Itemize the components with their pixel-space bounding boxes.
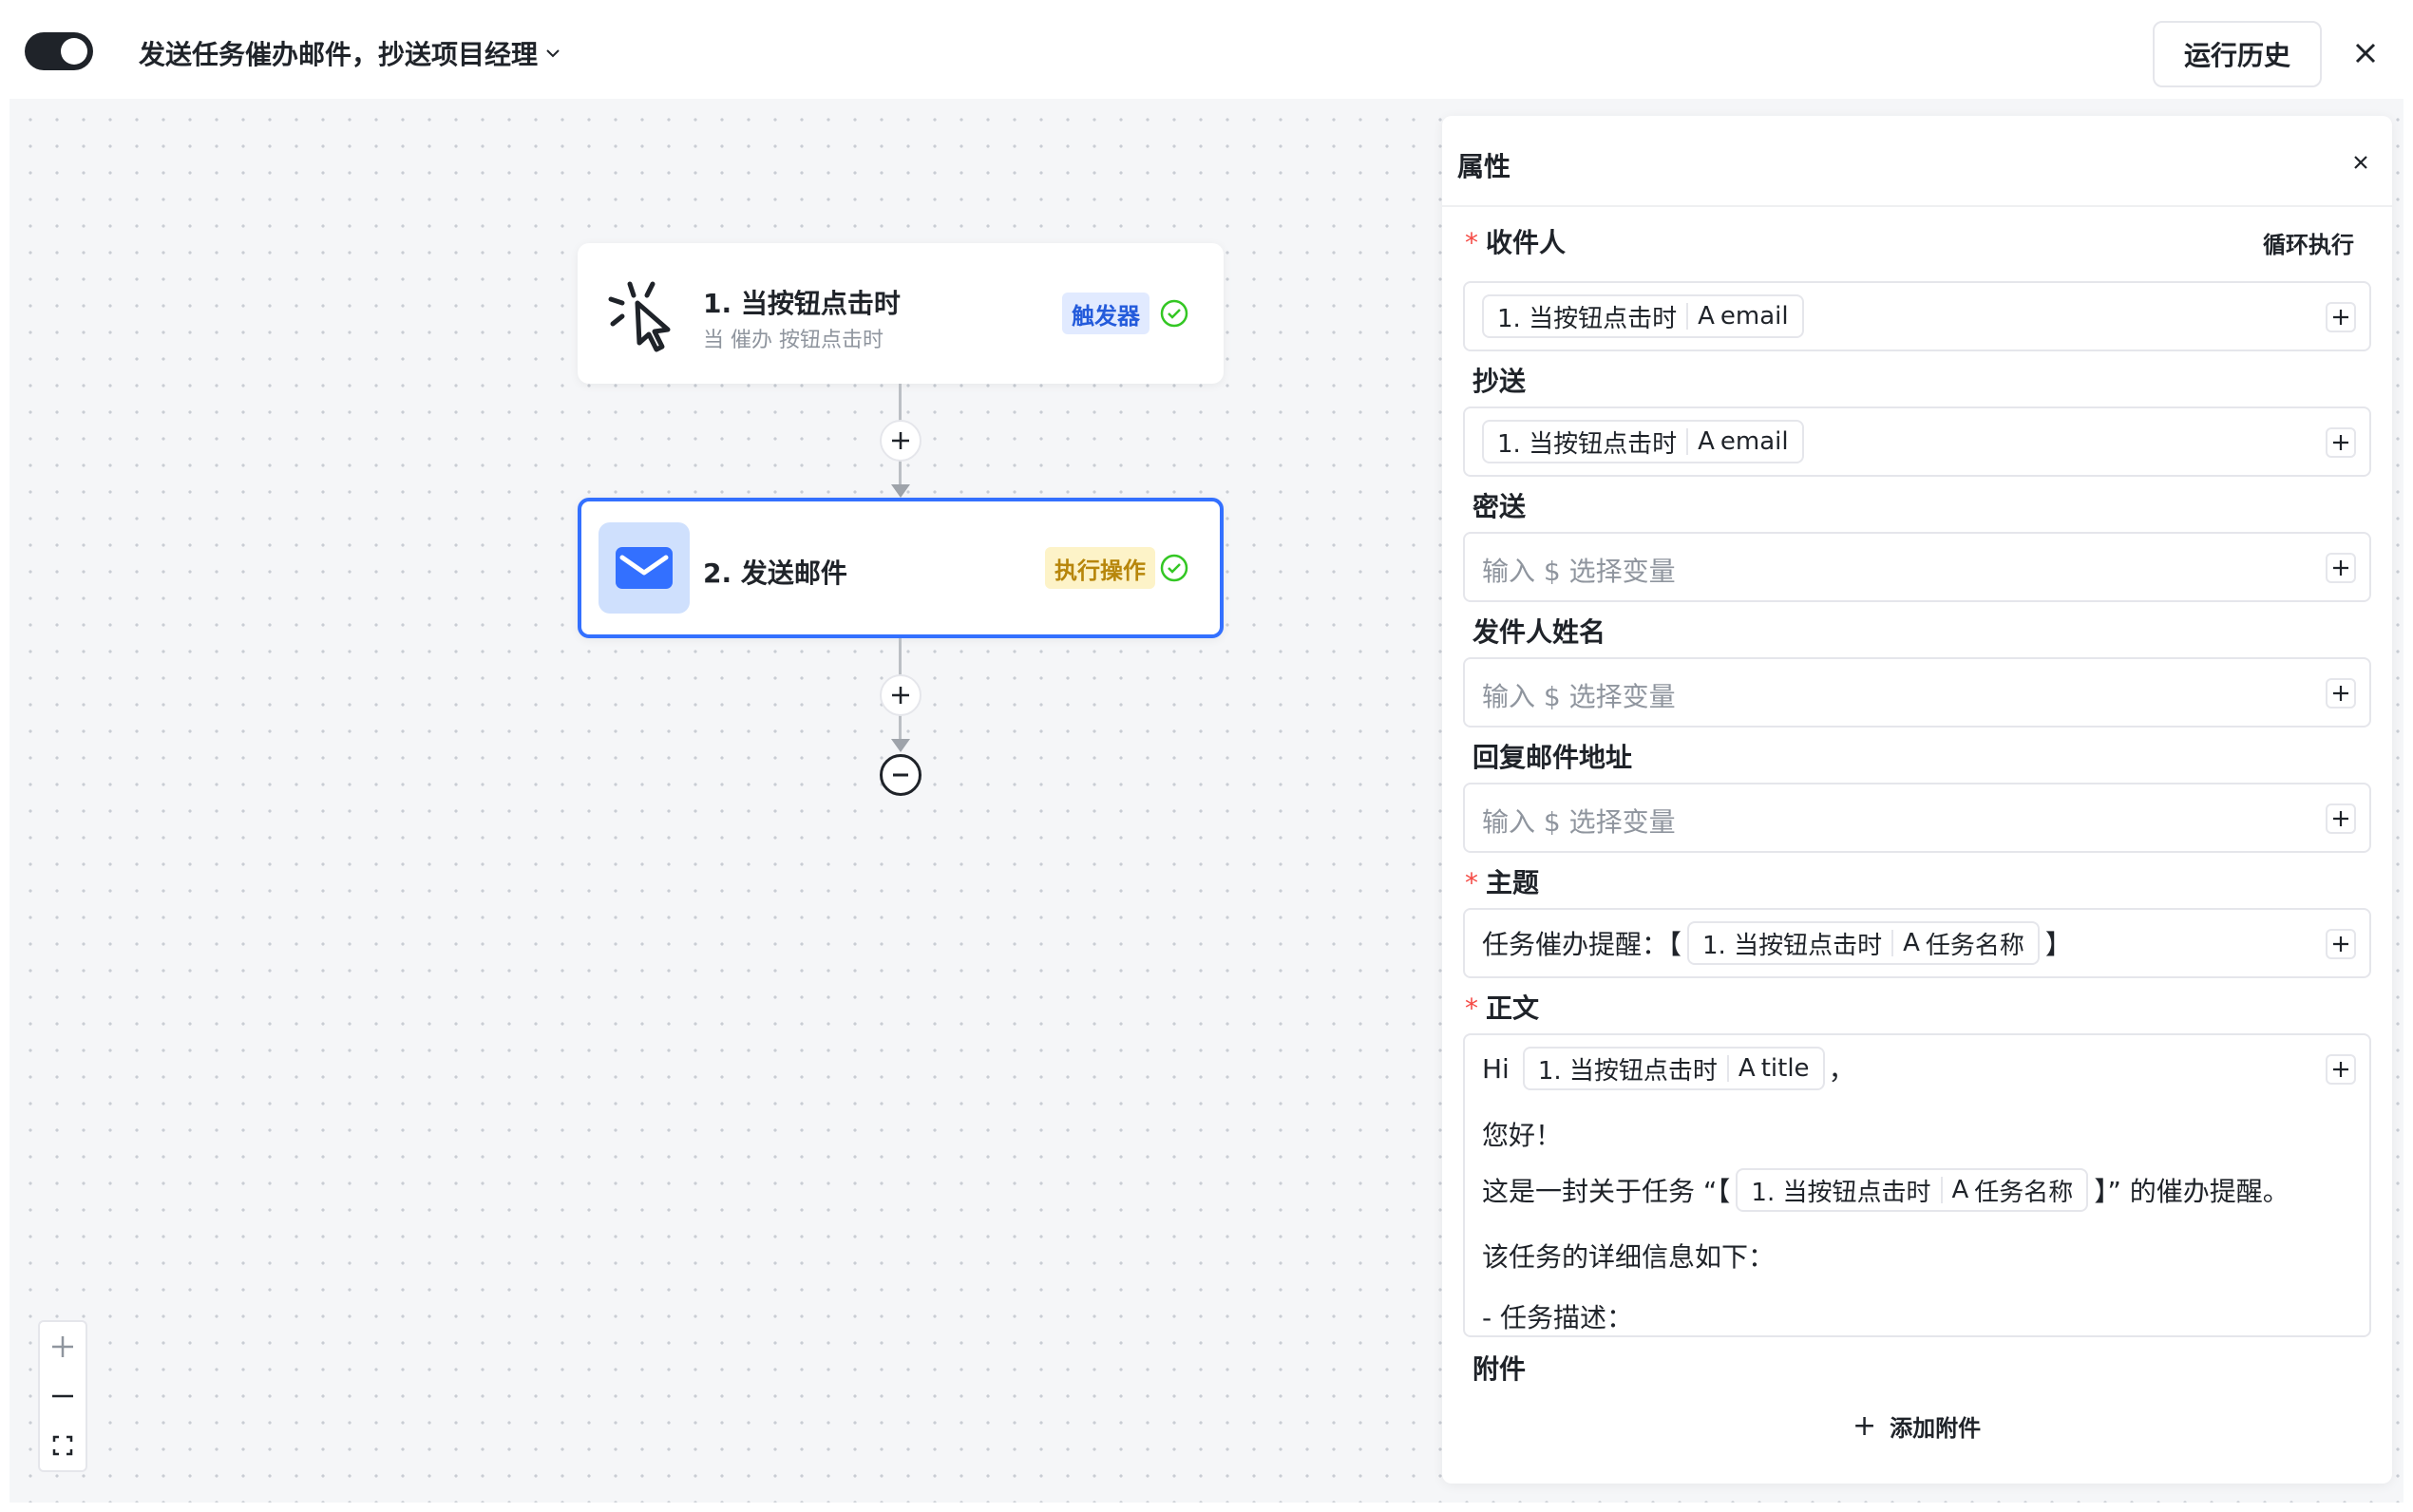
subject-label: * 主题: [1465, 867, 1540, 898]
loop-execute-link[interactable]: 循环执行: [2263, 226, 2354, 259]
bcc-field[interactable]: 输入 $ 选择变量: [1463, 532, 2371, 602]
body-line: - 任务描述：: [1482, 1302, 1634, 1333]
required-asterisk: *: [1465, 992, 1478, 1024]
zoom-in-icon[interactable]: [40, 1322, 86, 1371]
flow-title-dropdown[interactable]: 发送任务催办邮件，抄送项目经理: [139, 32, 562, 74]
cc-label: 抄送: [1472, 366, 1527, 397]
bcc-placeholder: 输入 $ 选择变量: [1482, 556, 1676, 587]
bcc-label: 密送: [1472, 491, 1527, 522]
insert-variable-button[interactable]: [2326, 678, 2356, 709]
body-line: Hi 1. 当按钮点击时 Atitle ，: [1482, 1047, 1855, 1090]
trigger-badge: 触发器: [1062, 293, 1150, 334]
chevron-down-icon: [546, 49, 560, 58]
body-editor[interactable]: Hi 1. 当按钮点击时 Atitle ， 您好！ 这是一封关于任务 “【 1. …: [1463, 1033, 2371, 1337]
flow-title-text: 发送任务催办邮件，抄送项目经理: [139, 39, 539, 70]
send-email-node[interactable]: 2. 发送邮件 执行操作: [578, 498, 1224, 638]
top-bar: 发送任务催办邮件，抄送项目经理 运行历史: [0, 0, 2413, 99]
insert-variable-button[interactable]: [2326, 302, 2356, 332]
flow-enable-toggle[interactable]: [25, 32, 93, 70]
end-flow-icon[interactable]: [880, 754, 922, 796]
variable-chip[interactable]: 1. 当按钮点击时 Aemail: [1482, 294, 1804, 338]
variable-chip[interactable]: 1. 当按钮点击时 A 任务名称: [1736, 1168, 2089, 1212]
variable-chip[interactable]: 1. 当按钮点击时 Atitle: [1522, 1047, 1825, 1090]
attachment-label: 附件: [1472, 1353, 1527, 1385]
mail-icon: [598, 522, 690, 614]
check-circle-icon: [1160, 299, 1188, 328]
add-step-button[interactable]: [880, 420, 922, 462]
plus-icon: [892, 432, 909, 449]
insert-variable-button[interactable]: [2326, 553, 2356, 583]
plus-icon: [2333, 1062, 2348, 1077]
reply-to-placeholder: 输入 $ 选择变量: [1482, 806, 1676, 838]
body-line: 这是一封关于任务 “【 1. 当按钮点击时 A 任务名称 】” 的催办提醒。: [1482, 1168, 2290, 1212]
trigger-node[interactable]: 1. 当按钮点击时 当 催办 按钮点击时 触发器: [578, 243, 1224, 384]
reply-to-field[interactable]: 输入 $ 选择变量: [1463, 783, 2371, 853]
plus-icon: [2333, 435, 2348, 450]
reply-to-label: 回复邮件地址: [1472, 742, 1633, 773]
body-label: * 正文: [1465, 992, 1540, 1024]
trigger-node-subtitle: 当 催办 按钮点击时: [703, 329, 884, 352]
sender-name-label: 发件人姓名: [1472, 616, 1606, 648]
trigger-node-title: 1. 当按钮点击时: [703, 288, 901, 319]
required-asterisk: *: [1465, 867, 1478, 898]
arrow-down-icon: [891, 739, 910, 752]
action-badge: 执行操作: [1045, 547, 1155, 589]
run-history-button[interactable]: 运行历史: [2153, 21, 2322, 87]
plus-icon: [2333, 560, 2348, 576]
subject-field[interactable]: 任务催办提醒：【 1. 当按钮点击时 A 任务名称 】: [1463, 908, 2371, 978]
add-step-button[interactable]: [880, 674, 922, 716]
close-icon[interactable]: [2346, 34, 2384, 72]
panel-title: 属性: [1457, 151, 1511, 182]
plus-icon: [2333, 686, 2348, 701]
recipient-label: * 收件人: [1465, 227, 1567, 258]
plus-icon: [2333, 936, 2348, 952]
plus-icon: +: [1852, 1409, 1877, 1443]
zoom-out-icon[interactable]: [40, 1371, 86, 1421]
toggle-knob: [61, 38, 87, 65]
insert-variable-button[interactable]: [2326, 427, 2356, 458]
add-attachment-button[interactable]: + 添加附件: [1852, 1409, 1981, 1443]
plus-icon: [892, 687, 909, 704]
send-email-node-title: 2. 发送邮件: [703, 558, 847, 589]
sender-name-placeholder: 输入 $ 选择变量: [1482, 681, 1676, 712]
plus-icon: [2333, 310, 2348, 325]
body-line: 该任务的详细信息如下：: [1482, 1241, 1776, 1273]
arrow-down-icon: [891, 484, 910, 498]
variable-chip[interactable]: 1. 当按钮点击时 Aemail: [1482, 420, 1804, 463]
cc-field[interactable]: 1. 当按钮点击时 Aemail: [1463, 406, 2371, 477]
panel-header: 属性: [1442, 116, 2392, 207]
body-line: 您好！: [1482, 1120, 1563, 1151]
variable-chip[interactable]: 1. 当按钮点击时 A 任务名称: [1687, 921, 2040, 965]
close-icon[interactable]: [2346, 148, 2375, 177]
zoom-controls: [38, 1320, 87, 1472]
sender-name-field[interactable]: 输入 $ 选择变量: [1463, 657, 2371, 728]
required-asterisk: *: [1465, 227, 1478, 258]
insert-variable-button[interactable]: [2326, 803, 2356, 834]
insert-variable-button[interactable]: [2326, 929, 2356, 959]
plus-icon: [2333, 811, 2348, 826]
recipient-field[interactable]: 1. 当按钮点击时 Aemail: [1463, 281, 2371, 351]
check-circle-icon: [1160, 554, 1188, 582]
insert-variable-button[interactable]: [2326, 1054, 2356, 1085]
fit-view-icon[interactable]: [40, 1421, 86, 1470]
cursor-click-icon: [598, 268, 690, 359]
